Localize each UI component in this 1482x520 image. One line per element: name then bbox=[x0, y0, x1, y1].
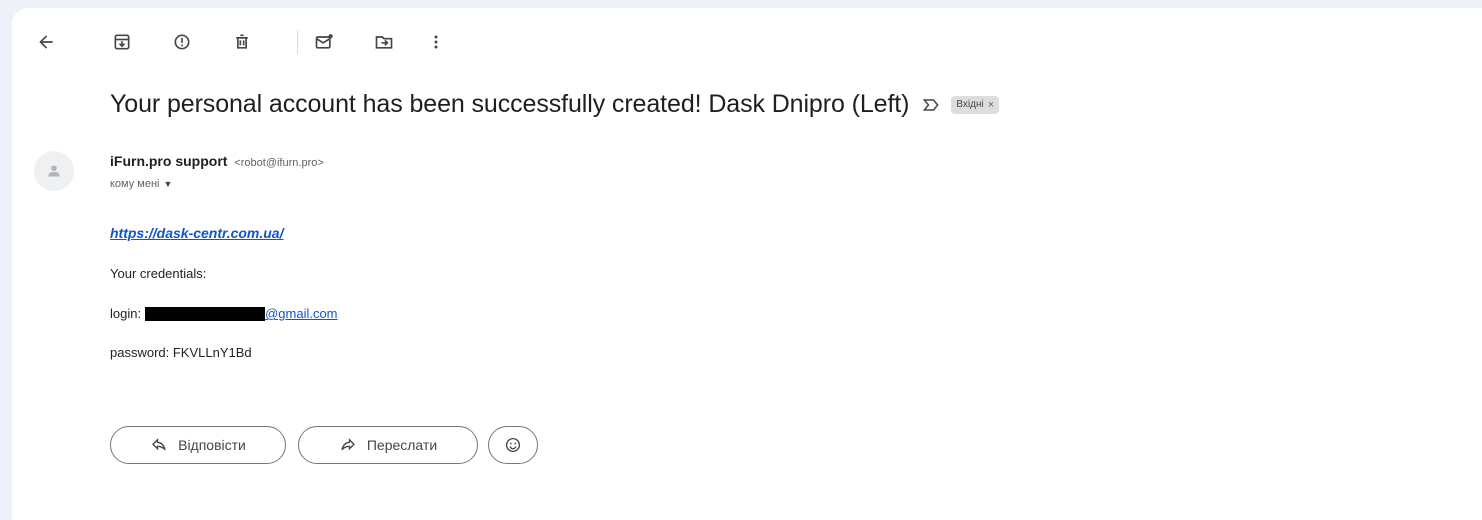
delete-icon[interactable] bbox=[230, 30, 254, 54]
recipient-details-toggle[interactable]: кому мені ▼ bbox=[110, 178, 172, 190]
login-email-link[interactable]: @gmail.com bbox=[265, 306, 337, 321]
report-spam-icon[interactable] bbox=[170, 30, 194, 54]
credentials-title: Your credentials: bbox=[110, 266, 207, 281]
mark-unread-icon[interactable] bbox=[312, 30, 336, 54]
email-view: Your personal account has been successfu… bbox=[12, 8, 1482, 520]
importance-marker-icon[interactable] bbox=[921, 95, 941, 115]
more-vert-icon[interactable] bbox=[424, 30, 448, 54]
archive-icon[interactable] bbox=[110, 30, 134, 54]
redaction-block bbox=[145, 306, 266, 321]
forward-icon bbox=[341, 438, 355, 451]
subject-row: Your personal account has been successfu… bbox=[110, 90, 1000, 119]
caret-down-icon: ▼ bbox=[163, 179, 173, 189]
reply-button[interactable]: Відповісти bbox=[110, 426, 286, 464]
label-chip-text: Вхідні bbox=[956, 99, 984, 110]
avatar bbox=[34, 151, 74, 191]
reply-label: Відповісти bbox=[178, 437, 246, 453]
recipient-text: кому мені bbox=[110, 178, 160, 190]
move-to-icon[interactable] bbox=[372, 30, 396, 54]
label-remove-icon[interactable]: × bbox=[988, 99, 994, 111]
login-line: login: @gmail.com bbox=[110, 306, 338, 321]
label-chip-inbox[interactable]: Вхідні × bbox=[951, 95, 1000, 114]
sender-email: <robot@ifurn.pro> bbox=[234, 157, 324, 169]
password-line: password: FKVLLnY1Bd bbox=[110, 345, 252, 360]
sender-name: iFurn.pro support bbox=[110, 153, 228, 169]
person-icon bbox=[48, 165, 60, 177]
reply-icon bbox=[152, 438, 166, 451]
back-arrow-icon[interactable] bbox=[34, 30, 58, 54]
email-subject: Your personal account has been successfu… bbox=[110, 90, 910, 118]
emoji-reaction-button[interactable] bbox=[488, 426, 538, 464]
sender-line: iFurn.pro support <robot@ifurn.pro> bbox=[110, 153, 324, 169]
emoji-icon bbox=[505, 437, 521, 453]
body-link[interactable]: https://dask-centr.com.ua/ bbox=[110, 225, 283, 241]
forward-label: Переслати bbox=[366, 437, 438, 453]
login-prefix: login: bbox=[110, 306, 142, 321]
toolbar-divider bbox=[297, 30, 298, 54]
forward-button[interactable]: Переслати bbox=[298, 426, 478, 464]
